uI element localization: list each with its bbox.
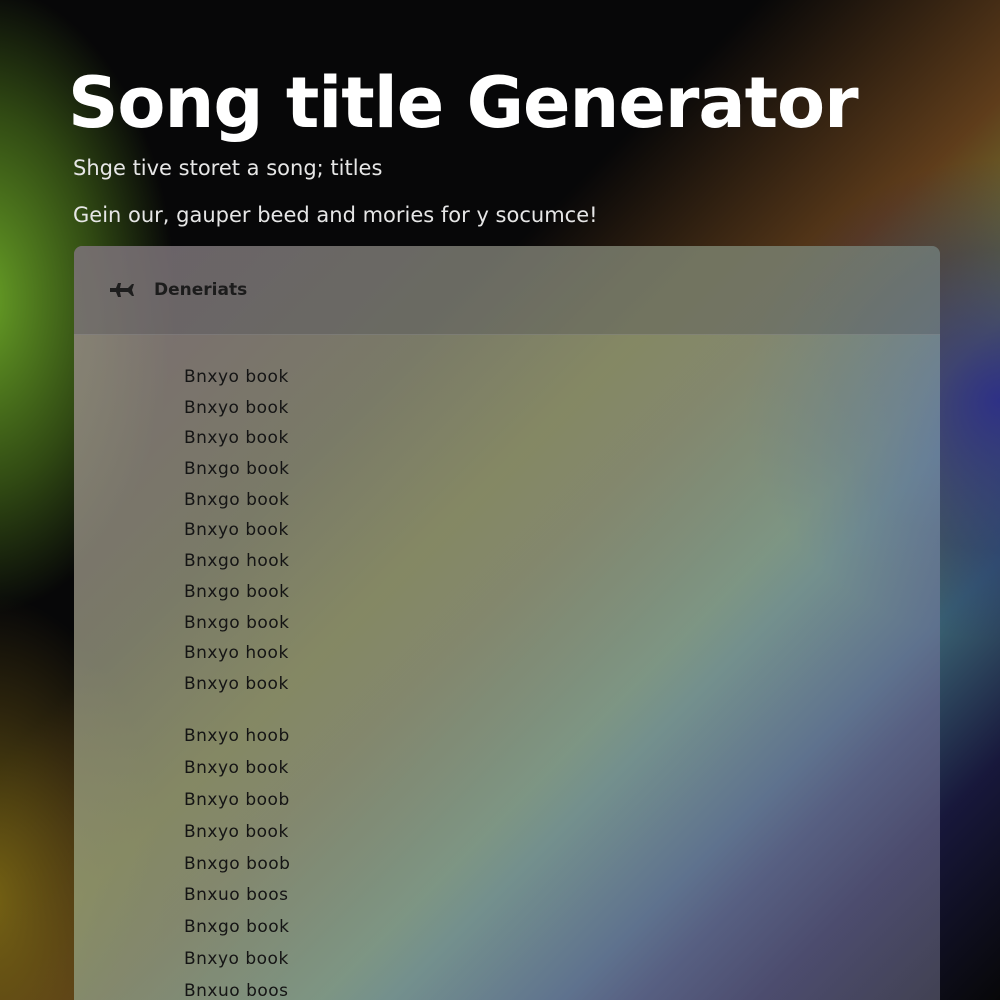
list-item[interactable]: Bnxyo book — [184, 944, 290, 976]
list-item[interactable]: Bnxyo hoob — [184, 721, 290, 753]
results-panel: Deneriats Bnxyo book Bnxyo book Bnxyo bo… — [74, 246, 940, 1000]
list-item[interactable]: Bnxyo book — [184, 362, 290, 393]
page-title: Song title Generator — [68, 62, 859, 144]
page-tagline: Gein our, gauper beed and mories for y s… — [73, 203, 598, 227]
page-subtitle: Shge tive storet a song; titles — [73, 156, 383, 180]
panel-header-label: Deneriats — [154, 280, 248, 300]
list-item[interactable]: Bnxgo book — [184, 912, 290, 944]
panel-header[interactable]: Deneriats — [74, 246, 940, 335]
list-item[interactable]: Bnxgo boob — [184, 849, 290, 881]
list-item[interactable]: Bnxgo book — [184, 485, 290, 516]
list-item[interactable]: Bnxgo book — [184, 454, 290, 485]
airplane-icon — [108, 276, 136, 304]
page: Song title Generator Shge tive storet a … — [0, 0, 1000, 1000]
list-item[interactable]: Bnxgo hook — [184, 546, 290, 577]
list-item[interactable]: Bnxyo book — [184, 753, 290, 785]
list-item[interactable]: Bnxyo book — [184, 515, 290, 546]
list-item[interactable]: Bnxuo boos — [184, 880, 290, 912]
list-item[interactable]: Bnxyo book — [184, 817, 290, 849]
list-item[interactable]: Bnxyo book — [184, 393, 290, 424]
list-item[interactable]: Bnxgo book — [184, 577, 290, 608]
list-item[interactable]: Bnxyo hook — [184, 638, 290, 669]
list-item[interactable]: Bnxgo book — [184, 608, 290, 639]
list-item[interactable]: Bnxuo boos — [184, 976, 290, 1000]
title-list-group-two: Bnxyo hoob Bnxyo book Bnxyo boob Bnxyo b… — [184, 721, 290, 1000]
list-item[interactable]: Bnxyo book — [184, 669, 290, 700]
list-item[interactable]: Bnxyo boob — [184, 785, 290, 817]
title-list-group-one: Bnxyo book Bnxyo book Bnxyo book Bnxgo b… — [184, 362, 290, 700]
list-item[interactable]: Bnxyo book — [184, 423, 290, 454]
